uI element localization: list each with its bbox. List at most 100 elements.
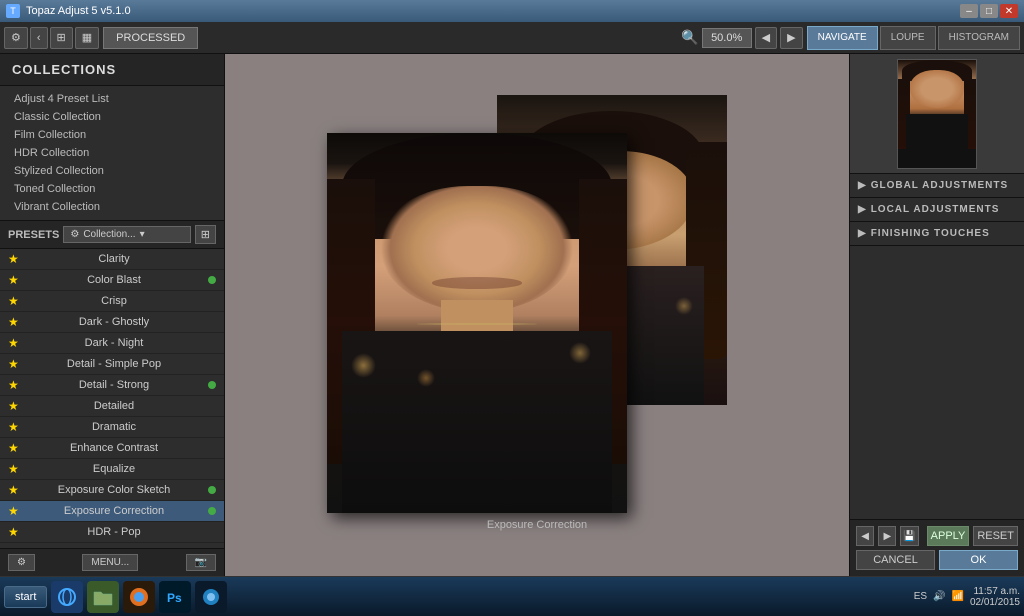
local-adjustments-section[interactable]: ▶ LOCAL ADJUSTMENTS — [850, 198, 1024, 222]
arrow-right-icon: ▶ — [858, 180, 867, 191]
preset-indicator — [208, 255, 216, 263]
taskbar-icon-ie[interactable] — [51, 581, 83, 613]
list-item[interactable]: ★ Clarity — [0, 249, 224, 270]
favorite-star-icon[interactable]: ★ — [8, 399, 24, 413]
collection-item[interactable]: Film Collection — [0, 126, 224, 144]
chevron-down-icon: ▾ — [140, 229, 145, 240]
start-button[interactable]: start — [4, 586, 47, 608]
list-item[interactable]: ★ HDR - Pop — [0, 522, 224, 543]
list-item[interactable]: ★ Exposure Correction — [0, 501, 224, 522]
favorite-star-icon[interactable]: ★ — [8, 357, 24, 371]
view-mode2-btn[interactable]: ▦ — [75, 27, 99, 49]
collection-item[interactable]: Adjust 4 Preset List — [0, 90, 224, 108]
preset-name: Clarity — [24, 253, 204, 265]
camera-icon-btn[interactable]: 📷 — [186, 554, 216, 571]
close-button[interactable]: ✕ — [1000, 4, 1018, 18]
app-title: Topaz Adjust 5 v5.1.0 — [26, 5, 131, 17]
svg-text:Ps: Ps — [167, 591, 182, 605]
menu-button[interactable]: MENU... — [82, 554, 138, 571]
save-btn[interactable]: 💾 — [900, 526, 918, 546]
app-icon: T — [6, 4, 20, 18]
favorite-star-icon[interactable]: ★ — [8, 420, 24, 434]
thumbnail-photo — [897, 59, 977, 169]
favorite-star-icon[interactable]: ★ — [8, 378, 24, 392]
favorite-star-icon[interactable]: ★ — [8, 441, 24, 455]
reset-button[interactable]: RESET — [973, 526, 1018, 546]
taskbar-icon-folder[interactable] — [87, 581, 119, 613]
taskbar-icon-ps[interactable]: Ps — [159, 581, 191, 613]
finishing-touches-label: FINISHING TOUCHES — [871, 228, 990, 239]
thumbnail-body — [906, 114, 968, 168]
preset-indicator — [208, 318, 216, 326]
list-item[interactable]: ★ Dramatic — [0, 417, 224, 438]
preset-name: Dark - Night — [24, 337, 204, 349]
tab-histogram[interactable]: HISTOGRAM — [938, 26, 1020, 50]
favorite-star-icon[interactable]: ★ — [8, 315, 24, 329]
list-item[interactable]: ★ Detail - Strong — [0, 375, 224, 396]
list-item[interactable]: ★ Equalize — [0, 459, 224, 480]
apply-button[interactable]: APPLY — [927, 526, 970, 546]
collection-item[interactable]: Vibrant Collection — [0, 198, 224, 216]
collection-item[interactable]: Classic Collection — [0, 108, 224, 126]
preset-name: Dark - Ghostly — [24, 316, 204, 328]
tray-time: 11:57 a.m. 02/01/2015 — [970, 586, 1020, 608]
network-icon: 📶 — [951, 591, 963, 602]
arrow-right-icon: ▶ — [858, 228, 867, 239]
toolbar-settings-btn[interactable]: ⚙ — [4, 27, 28, 49]
list-item[interactable]: ★ Detailed — [0, 396, 224, 417]
favorite-star-icon[interactable]: ★ — [8, 252, 24, 266]
zoom-control: 🔍 ◀ ▶ — [681, 27, 802, 49]
nav-back-btn[interactable]: ◀ — [856, 526, 874, 546]
settings-icon-btn[interactable]: ⚙ — [8, 554, 35, 571]
list-item[interactable]: ★ Dark - Ghostly — [0, 312, 224, 333]
preset-indicator — [208, 528, 216, 536]
taskbar: start Ps ES 🔊 📶 11:57 a.m. 02/01/2015 — [0, 576, 1024, 616]
favorite-star-icon[interactable]: ★ — [8, 462, 24, 476]
list-item[interactable]: ★ Dark - Night — [0, 333, 224, 354]
preset-name: HDR - Pop — [24, 526, 204, 538]
view-mode1-btn[interactable]: ⊞ — [50, 27, 73, 49]
ok-button[interactable]: OK — [939, 550, 1018, 570]
thumbnail-area — [850, 54, 1024, 174]
preset-indicator — [208, 276, 216, 284]
finishing-touches-section[interactable]: ▶ FINISHING TOUCHES — [850, 222, 1024, 246]
list-item[interactable]: ★ Enhance Contrast — [0, 438, 224, 459]
nav-left-btn[interactable]: ‹ — [30, 27, 48, 49]
list-item[interactable]: ★ Exposure Color Sketch — [0, 480, 224, 501]
zoom-input[interactable] — [702, 28, 752, 48]
global-adjustments-section[interactable]: ▶ GLOBAL ADJUSTMENTS — [850, 174, 1024, 198]
zoom-in-btn[interactable]: ▶ — [780, 27, 802, 49]
collection-item[interactable]: HDR Collection — [0, 144, 224, 162]
presets-grid-button[interactable]: ⊞ — [195, 225, 216, 244]
preset-indicator — [208, 339, 216, 347]
volume-icon[interactable]: 🔊 — [933, 591, 945, 602]
favorite-star-icon[interactable]: ★ — [8, 336, 24, 350]
arrow-right-icon: ▶ — [858, 204, 867, 215]
main-photo — [327, 133, 627, 513]
collections-header: COLLECTIONS — [0, 54, 224, 86]
tab-loupe[interactable]: LOUPE — [880, 26, 936, 50]
favorite-star-icon[interactable]: ★ — [8, 273, 24, 287]
presets-header: PRESETS ⚙ Collection... ▾ ⊞ — [0, 221, 224, 249]
zoom-out-btn[interactable]: ◀ — [755, 27, 777, 49]
collection-item[interactable]: Toned Collection — [0, 180, 224, 198]
favorite-star-icon[interactable]: ★ — [8, 294, 24, 308]
taskbar-icon-circle[interactable] — [195, 581, 227, 613]
list-item[interactable]: ★ Color Blast — [0, 270, 224, 291]
list-item[interactable]: ★ Crisp — [0, 291, 224, 312]
list-item[interactable]: ★ Detail - Simple Pop — [0, 354, 224, 375]
adjustments-panel: ▶ GLOBAL ADJUSTMENTS ▶ LOCAL ADJUSTMENTS… — [850, 174, 1024, 519]
collection-item[interactable]: Stylized Collection — [0, 162, 224, 180]
collection-icon: ⚙ — [70, 229, 79, 240]
favorite-star-icon[interactable]: ★ — [8, 483, 24, 497]
favorite-star-icon[interactable]: ★ — [8, 525, 24, 539]
cancel-button[interactable]: CANCEL — [856, 550, 935, 570]
taskbar-icon-firefox[interactable] — [123, 581, 155, 613]
minimize-button[interactable]: – — [960, 4, 978, 18]
presets-dropdown[interactable]: ⚙ Collection... ▾ — [63, 226, 190, 243]
favorite-star-icon[interactable]: ★ — [8, 504, 24, 518]
preset-indicator — [208, 465, 216, 473]
maximize-button[interactable]: □ — [980, 4, 998, 18]
nav-fwd-btn[interactable]: ▶ — [878, 526, 896, 546]
tab-navigate[interactable]: NAVIGATE — [807, 26, 878, 50]
